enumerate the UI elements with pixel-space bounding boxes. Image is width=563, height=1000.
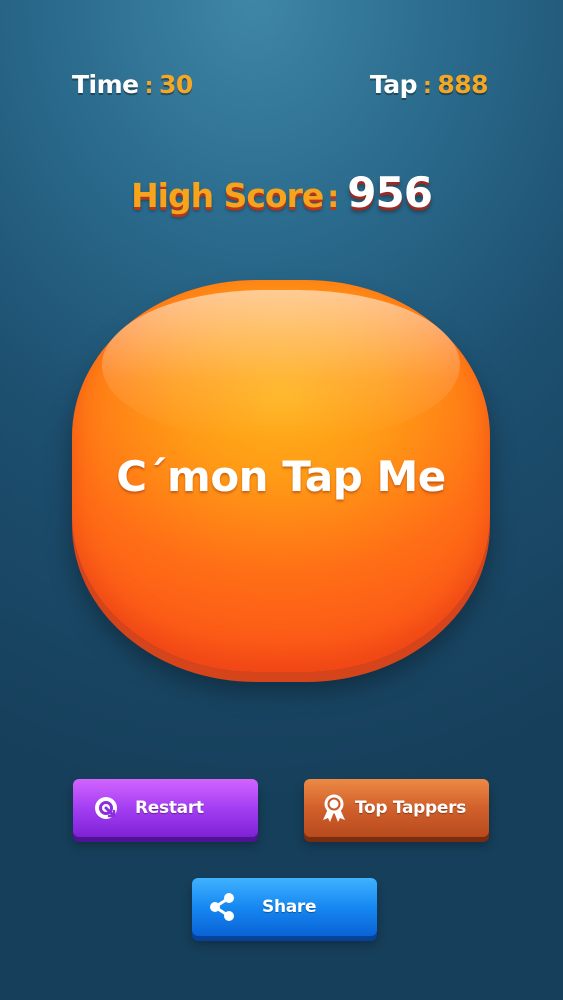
top-tappers-label: Top Tappers bbox=[355, 798, 467, 818]
high-score-separator: : bbox=[327, 180, 340, 215]
high-score-label: High Score bbox=[131, 176, 324, 215]
tap-count-display: Tap:888 bbox=[369, 70, 489, 99]
high-score-value: 956 bbox=[347, 168, 433, 217]
restart-icon bbox=[93, 795, 119, 821]
high-score: High Score:956 bbox=[0, 168, 563, 217]
tap-me-button[interactable]: C´mon Tap Me bbox=[72, 280, 490, 672]
tap-value: 888 bbox=[437, 70, 488, 99]
share-button[interactable]: Share bbox=[192, 878, 377, 936]
tap-separator: : bbox=[423, 74, 432, 99]
top-tappers-button[interactable]: Top Tappers bbox=[304, 779, 489, 837]
time-label: Time bbox=[72, 70, 139, 99]
time-value: 30 bbox=[158, 70, 193, 99]
award-ribbon-icon bbox=[320, 793, 348, 823]
share-icon bbox=[208, 892, 236, 922]
tap-me-label: C´mon Tap Me bbox=[116, 452, 446, 501]
time-display: Time:30 bbox=[72, 70, 193, 99]
restart-label: Restart bbox=[135, 798, 204, 818]
tap-label: Tap bbox=[369, 70, 418, 99]
restart-button[interactable]: Restart bbox=[73, 779, 258, 837]
time-separator: : bbox=[144, 74, 154, 99]
share-label: Share bbox=[262, 897, 317, 917]
button-gloss-highlight bbox=[102, 290, 460, 440]
